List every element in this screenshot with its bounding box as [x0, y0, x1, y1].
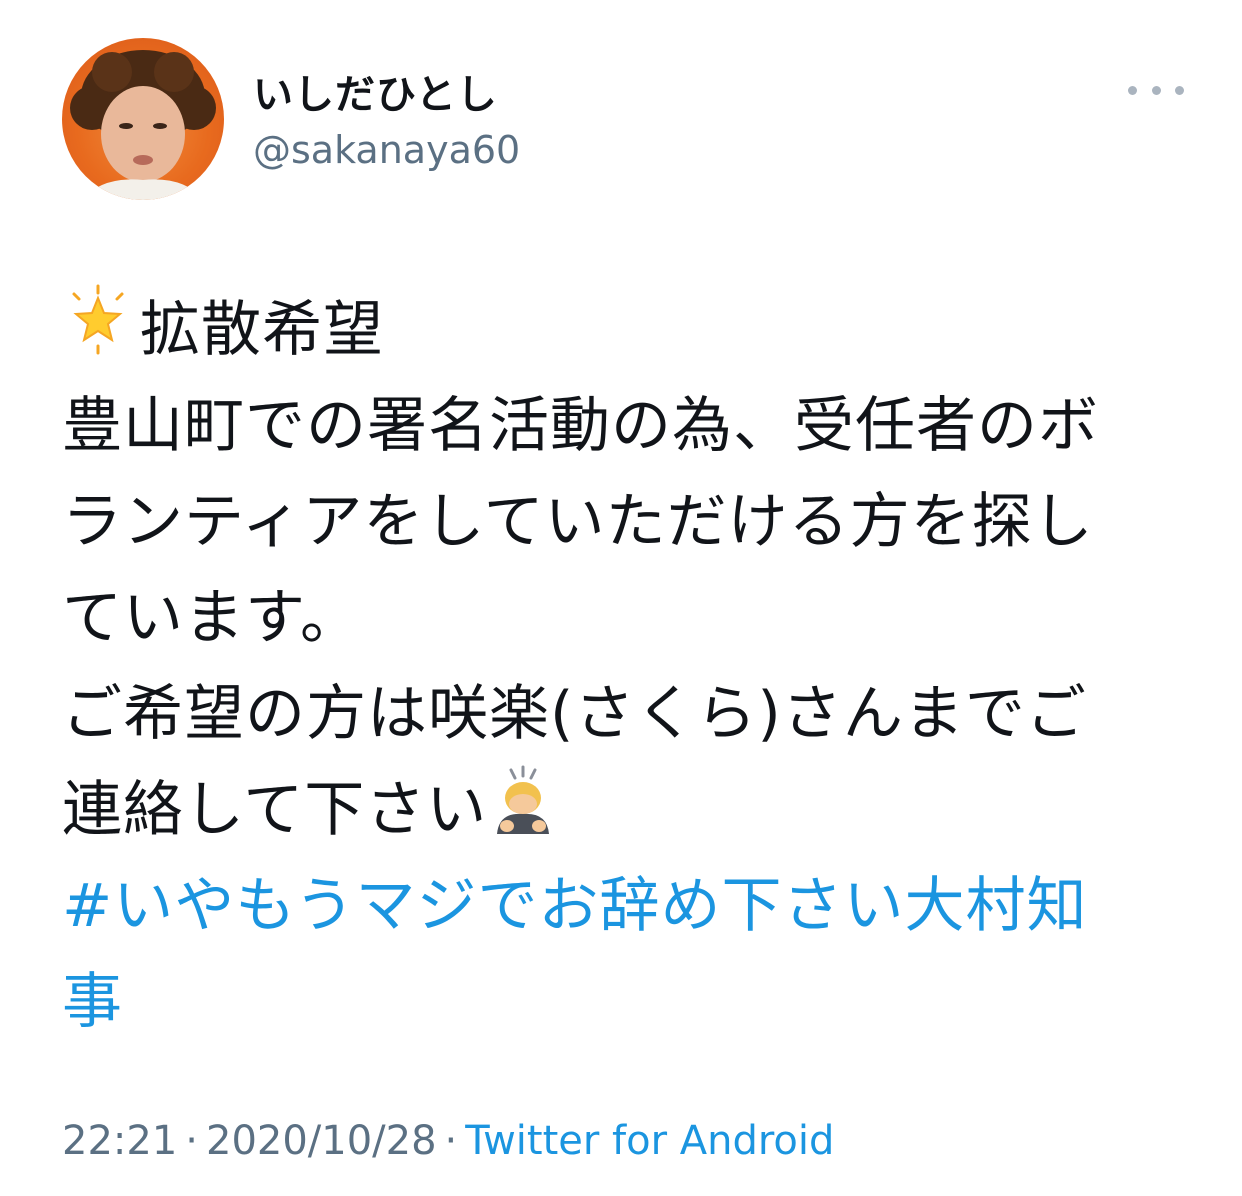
tweet-source-link[interactable]: Twitter for Android	[465, 1118, 834, 1164]
hashtag-line[interactable]: #いやもうマジでお辞め下さい大村知	[62, 858, 1202, 954]
hashtag-link[interactable]: 事	[62, 967, 123, 1037]
tweet-line: 拡散希望	[62, 282, 1202, 378]
more-dot	[1151, 85, 1161, 95]
hashtag-line[interactable]: 事	[62, 954, 1202, 1050]
tweet-time[interactable]: 22:21	[62, 1118, 177, 1164]
tweet-line: 豊山町での署名活動の為、受任者のボ	[62, 391, 1099, 461]
tweet-meta: 22:21 · 2020/10/28 · Twitter for Android	[62, 1118, 834, 1164]
display-name[interactable]: いしだひとし	[253, 62, 498, 120]
tweet-line: 連絡して下さい	[62, 762, 1202, 858]
user-handle[interactable]: @sakanaya60	[253, 128, 520, 172]
glowing-star-icon	[72, 284, 124, 355]
more-dot	[1175, 85, 1184, 95]
hashtag-link[interactable]: #いやもうマジでお辞め下さい大村知	[62, 871, 1087, 941]
tweet-text: 拡散希望 豊山町での署名活動の為、受任者のボ ランティアをしていただける方を探し…	[62, 282, 1202, 1050]
tweet-date[interactable]: 2020/10/28	[206, 1118, 437, 1164]
person-bowing-icon	[497, 765, 550, 834]
meta-separator: ·	[444, 1118, 458, 1164]
tweet-line: ご希望の方は咲楽(さくら)さんまでご	[62, 679, 1087, 749]
tweet-card: いしだひとし @sakanaya60 拡散希望 豊山町での署名活動の為、受任者の…	[0, 0, 1242, 1196]
tweet-line-text: 拡散希望	[140, 295, 384, 365]
more-horizontal-icon	[1128, 85, 1137, 95]
avatar[interactable]	[62, 38, 224, 200]
more-options-button[interactable]	[1128, 70, 1184, 110]
profile-photo-icon	[70, 50, 216, 200]
meta-separator: ·	[185, 1118, 198, 1164]
tweet-line-text: 連絡して下さい	[62, 775, 488, 845]
tweet-line: ています。	[62, 583, 361, 653]
tweet-line: ランティアをしていただける方を探し	[62, 487, 1094, 557]
